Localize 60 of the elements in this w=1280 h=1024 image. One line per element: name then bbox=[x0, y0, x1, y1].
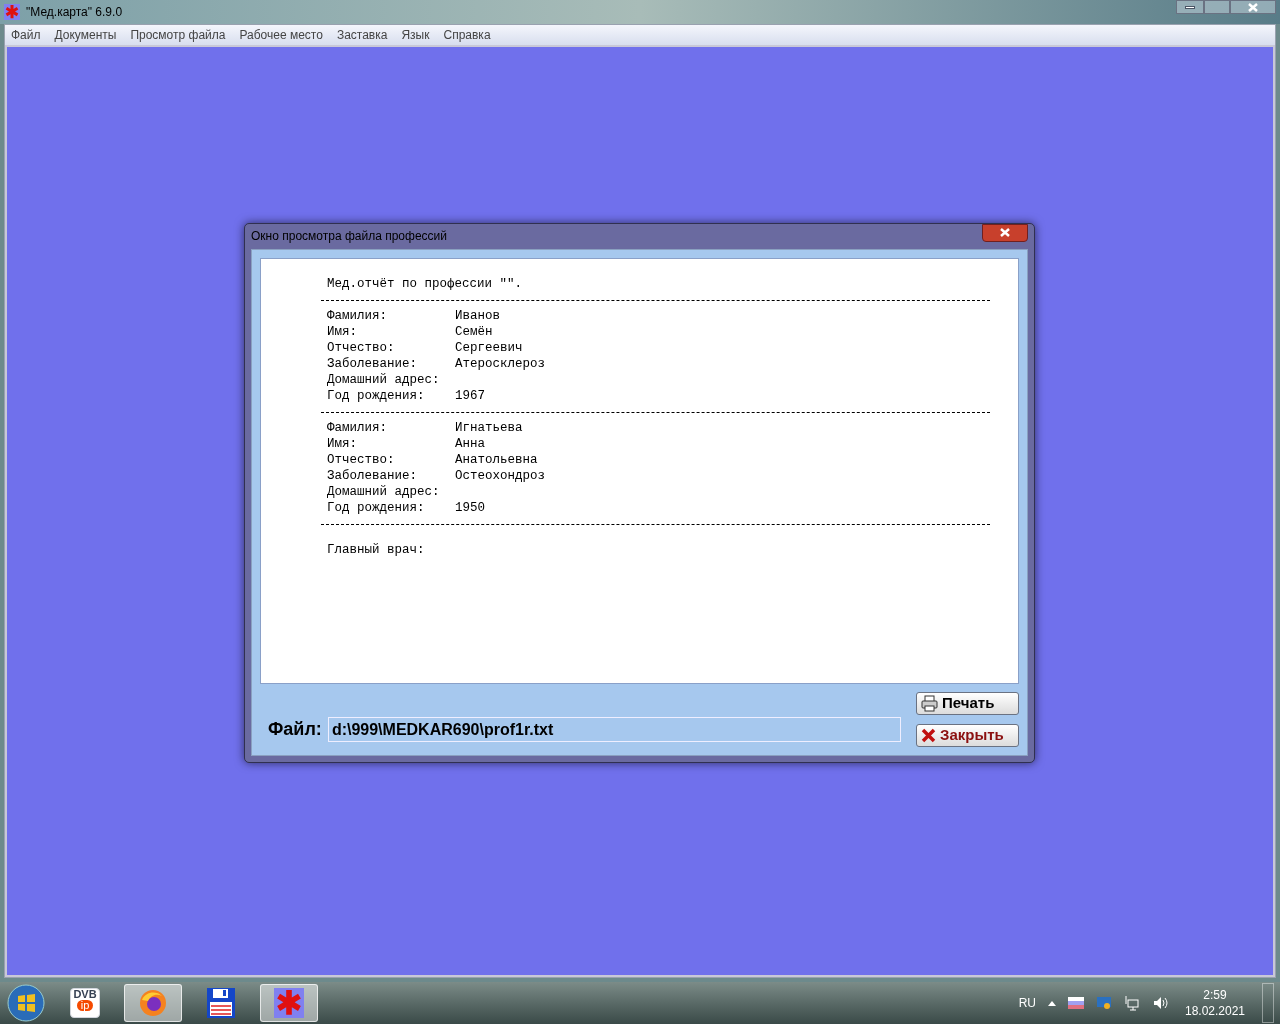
field-label: Фамилия: bbox=[327, 307, 388, 324]
field-label: Год рождения: bbox=[327, 499, 426, 516]
dialog-title: Окно просмотра файла профессий bbox=[251, 228, 447, 245]
taskbar-button[interactable] bbox=[124, 984, 182, 1022]
menu-item[interactable]: Справка bbox=[443, 26, 491, 44]
field-label: Фамилия: bbox=[327, 419, 388, 436]
field-label: Год рождения: bbox=[327, 387, 426, 404]
menu-item[interactable]: Файл bbox=[11, 26, 41, 44]
print-button[interactable]: Печать bbox=[916, 691, 1019, 715]
field-label: Отчество: bbox=[327, 339, 396, 356]
flag-icon bbox=[1068, 997, 1084, 1009]
dvb-app-icon[interactable]: DVB ip bbox=[70, 988, 100, 1018]
menu-item[interactable]: Просмотр файла bbox=[130, 26, 226, 44]
field-value: Иванов bbox=[455, 307, 500, 324]
close-button[interactable] bbox=[982, 223, 1028, 242]
menu-item[interactable]: Язык bbox=[401, 26, 430, 44]
close-icon bbox=[1248, 2, 1258, 12]
asterisk-icon bbox=[274, 988, 304, 1018]
field-value: Атеросклероз bbox=[455, 355, 545, 372]
menu-item[interactable]: Рабочее место bbox=[239, 26, 323, 44]
field-label: Заболевание: bbox=[327, 355, 418, 372]
minimize-button[interactable] bbox=[1176, 0, 1204, 14]
browser-app-icon[interactable] bbox=[138, 988, 168, 1018]
field-label: Имя: bbox=[327, 323, 358, 340]
field-label: Заболевание: bbox=[327, 467, 418, 484]
close-button[interactable]: Закрыть bbox=[916, 723, 1019, 747]
taskbar-button[interactable]: DVB ip bbox=[56, 984, 114, 1022]
tray-expand-icon[interactable] bbox=[1048, 1000, 1056, 1006]
field-value: Семён bbox=[455, 323, 493, 340]
asterisk-icon bbox=[4, 4, 20, 20]
file-path-field[interactable]: d:\999\MEDKAR690\prof1r.txt bbox=[327, 716, 901, 742]
monitor-icon[interactable] bbox=[1124, 995, 1140, 1011]
printer-icon bbox=[921, 694, 938, 712]
show-desktop-button[interactable] bbox=[1262, 983, 1274, 1023]
field-value: 1967 bbox=[455, 387, 485, 404]
field-value: 1950 bbox=[455, 499, 485, 516]
menu-item[interactable]: Заставка bbox=[336, 26, 388, 44]
network-icon[interactable] bbox=[1096, 995, 1112, 1011]
close-icon bbox=[1000, 228, 1010, 237]
field-value: Игнатьева bbox=[455, 419, 523, 436]
file-label: Файл: bbox=[267, 717, 322, 741]
menu-item[interactable]: Документы bbox=[54, 26, 117, 44]
x-icon bbox=[921, 727, 936, 743]
language-indicator[interactable]: RU bbox=[1018, 994, 1036, 1012]
report-heading: Мед.отчёт по профессии "". bbox=[326, 275, 524, 292]
field-value: Остеохондроз bbox=[455, 467, 545, 484]
window-title: "Мед.карта" 6.9.0 bbox=[26, 4, 123, 21]
start-button[interactable] bbox=[6, 983, 46, 1023]
taskbar-button[interactable] bbox=[260, 984, 318, 1022]
field-label: Отчество: bbox=[327, 451, 396, 468]
field-label: Домашний адрес: bbox=[327, 483, 441, 500]
clock-time[interactable]: 2:59 bbox=[1203, 987, 1227, 1003]
speaker-icon[interactable] bbox=[1152, 995, 1168, 1011]
field-value: Сергеевич bbox=[455, 339, 523, 356]
field-value: Анна bbox=[455, 435, 485, 452]
clock-date[interactable]: 18.02.2021 bbox=[1184, 1003, 1246, 1019]
field-value: Анатольевна bbox=[455, 451, 538, 468]
field-label: Домашний адрес: bbox=[327, 371, 441, 388]
field-label: Имя: bbox=[327, 435, 358, 452]
report-footer: Главный врач: bbox=[321, 541, 990, 558]
